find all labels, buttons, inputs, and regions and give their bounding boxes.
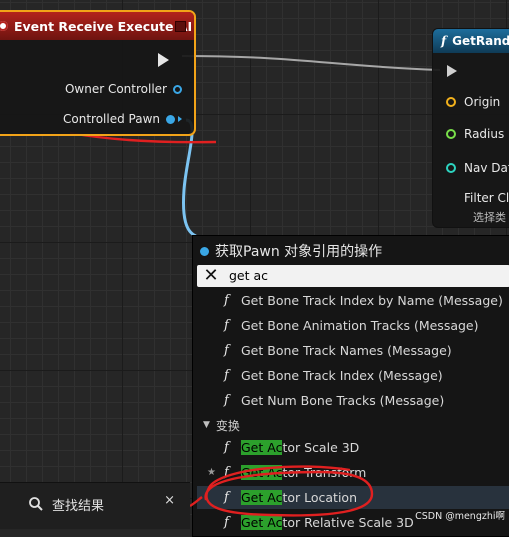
- filter-class-pin[interactable]: Filter Cla: [446, 191, 509, 205]
- chevron-down-icon: ▼: [203, 420, 210, 430]
- pin-circle-icon[interactable]: [446, 129, 456, 139]
- event-receive-execute-ai-node[interactable]: Event Receive Execute AI Owner Controlle…: [0, 10, 196, 136]
- function-icon: f: [224, 393, 229, 408]
- radius-pin[interactable]: Radius: [446, 127, 504, 141]
- rand-node-title: GetRand: [452, 34, 509, 48]
- stop-icon: [175, 21, 186, 32]
- event-node-header[interactable]: Event Receive Execute AI: [0, 12, 194, 40]
- get-random-node[interactable]: f GetRand Origin Radius Nav Dat Filter C…: [432, 28, 509, 228]
- event-node-title: Event Receive Execute AI: [14, 18, 193, 34]
- list-item[interactable]: ★ f Get Ac tor Transform: [197, 461, 509, 484]
- list-item-label: Get Num Bone Tracks (Message): [241, 393, 445, 408]
- owner-controller-label: Owner Controller: [64, 82, 167, 96]
- filter-class-label: Filter Cla: [464, 191, 509, 205]
- nav-data-label: Nav Dat: [464, 161, 509, 175]
- watermark: CSDN @mengzhi啊: [415, 511, 505, 522]
- list-item[interactable]: f Get Bone Animation Tracks (Message): [197, 314, 509, 337]
- pin-arrow-icon: [178, 116, 182, 122]
- search-icon: [28, 496, 44, 512]
- origin-pin[interactable]: Origin: [446, 95, 500, 109]
- match-highlight: Get Ac: [241, 465, 283, 480]
- pin-circle-icon[interactable]: [173, 84, 182, 94]
- list-item-label: tor Scale 3D: [282, 440, 360, 455]
- function-icon: f: [224, 490, 229, 505]
- list-item-label: tor Location: [282, 490, 357, 505]
- function-icon: f: [224, 318, 229, 333]
- radius-label: Radius: [464, 127, 505, 141]
- context-action-menu: 获取Pawn 对象引用的操作 ✕ get ac f Get Bone Track…: [192, 235, 509, 537]
- list-item-selected[interactable]: f Get Ac tor Location: [197, 486, 509, 509]
- function-icon: f: [441, 34, 447, 48]
- find-results-tab-content[interactable]: 查找结果 ×: [28, 493, 183, 515]
- controlled-pawn-pin[interactable]: Controlled Pawn: [63, 112, 182, 126]
- function-icon: f: [224, 465, 229, 480]
- list-item-label: Get Bone Track Index by Name (Message): [241, 293, 503, 308]
- clear-search-icon[interactable]: ✕: [201, 265, 221, 287]
- find-results-label: 查找结果: [52, 498, 105, 514]
- list-item-label: tor Transform: [282, 465, 367, 480]
- exec-in-pin[interactable]: [447, 65, 457, 77]
- menu-title-text: 获取Pawn 对象引用的操作: [215, 244, 383, 260]
- match-highlight: Get Ac: [241, 490, 283, 505]
- event-icon: [0, 21, 8, 31]
- menu-title: 获取Pawn 对象引用的操作: [200, 241, 382, 261]
- close-icon[interactable]: ×: [164, 493, 175, 508]
- list-item-label: Get Bone Track Index (Message): [241, 368, 443, 383]
- list-item[interactable]: f Get Bone Track Index by Name (Message): [197, 292, 509, 312]
- rand-node-header[interactable]: f GetRand: [433, 29, 509, 53]
- list-item[interactable]: f Get Bone Track Index (Message): [197, 364, 509, 387]
- list-item-label: Get Bone Track Names (Message): [241, 343, 452, 358]
- list-item[interactable]: f Get Bone Track Names (Message): [197, 339, 509, 362]
- list-item-label: Get Bone Animation Tracks (Message): [241, 318, 479, 333]
- match-highlight: Get Ac: [241, 440, 283, 455]
- star-icon[interactable]: ★: [207, 467, 216, 478]
- nav-data-pin[interactable]: Nav Dat: [446, 161, 509, 175]
- category-label: 变换: [215, 418, 240, 433]
- origin-label: Origin: [464, 95, 501, 109]
- controlled-pawn-label: Controlled Pawn: [63, 112, 160, 126]
- pin-circle-icon[interactable]: [446, 97, 456, 107]
- function-icon: f: [224, 368, 229, 383]
- function-icon: f: [224, 293, 229, 308]
- search-value: get ac: [229, 268, 269, 283]
- pin-circle-icon[interactable]: [166, 114, 175, 124]
- pin-circle-icon[interactable]: [446, 163, 456, 173]
- function-icon: f: [224, 440, 229, 455]
- object-pin-icon: [200, 246, 209, 256]
- list-item[interactable]: f Get Num Bone Tracks (Message): [197, 389, 509, 412]
- action-list: f Get Bone Track Index by Name (Message)…: [197, 292, 509, 536]
- list-item[interactable]: f Get Ac tor Scale 3D: [197, 436, 509, 459]
- class-select-text[interactable]: 选择类: [473, 209, 506, 225]
- function-icon: f: [224, 343, 229, 358]
- owner-controller-pin[interactable]: Owner Controller: [65, 82, 182, 96]
- exec-out-pin[interactable]: [158, 53, 169, 67]
- category-transform[interactable]: ▼ 变换: [197, 415, 509, 435]
- search-input[interactable]: ✕ get ac: [197, 265, 509, 287]
- find-results-tab[interactable]: 查找结果 ×: [0, 482, 190, 529]
